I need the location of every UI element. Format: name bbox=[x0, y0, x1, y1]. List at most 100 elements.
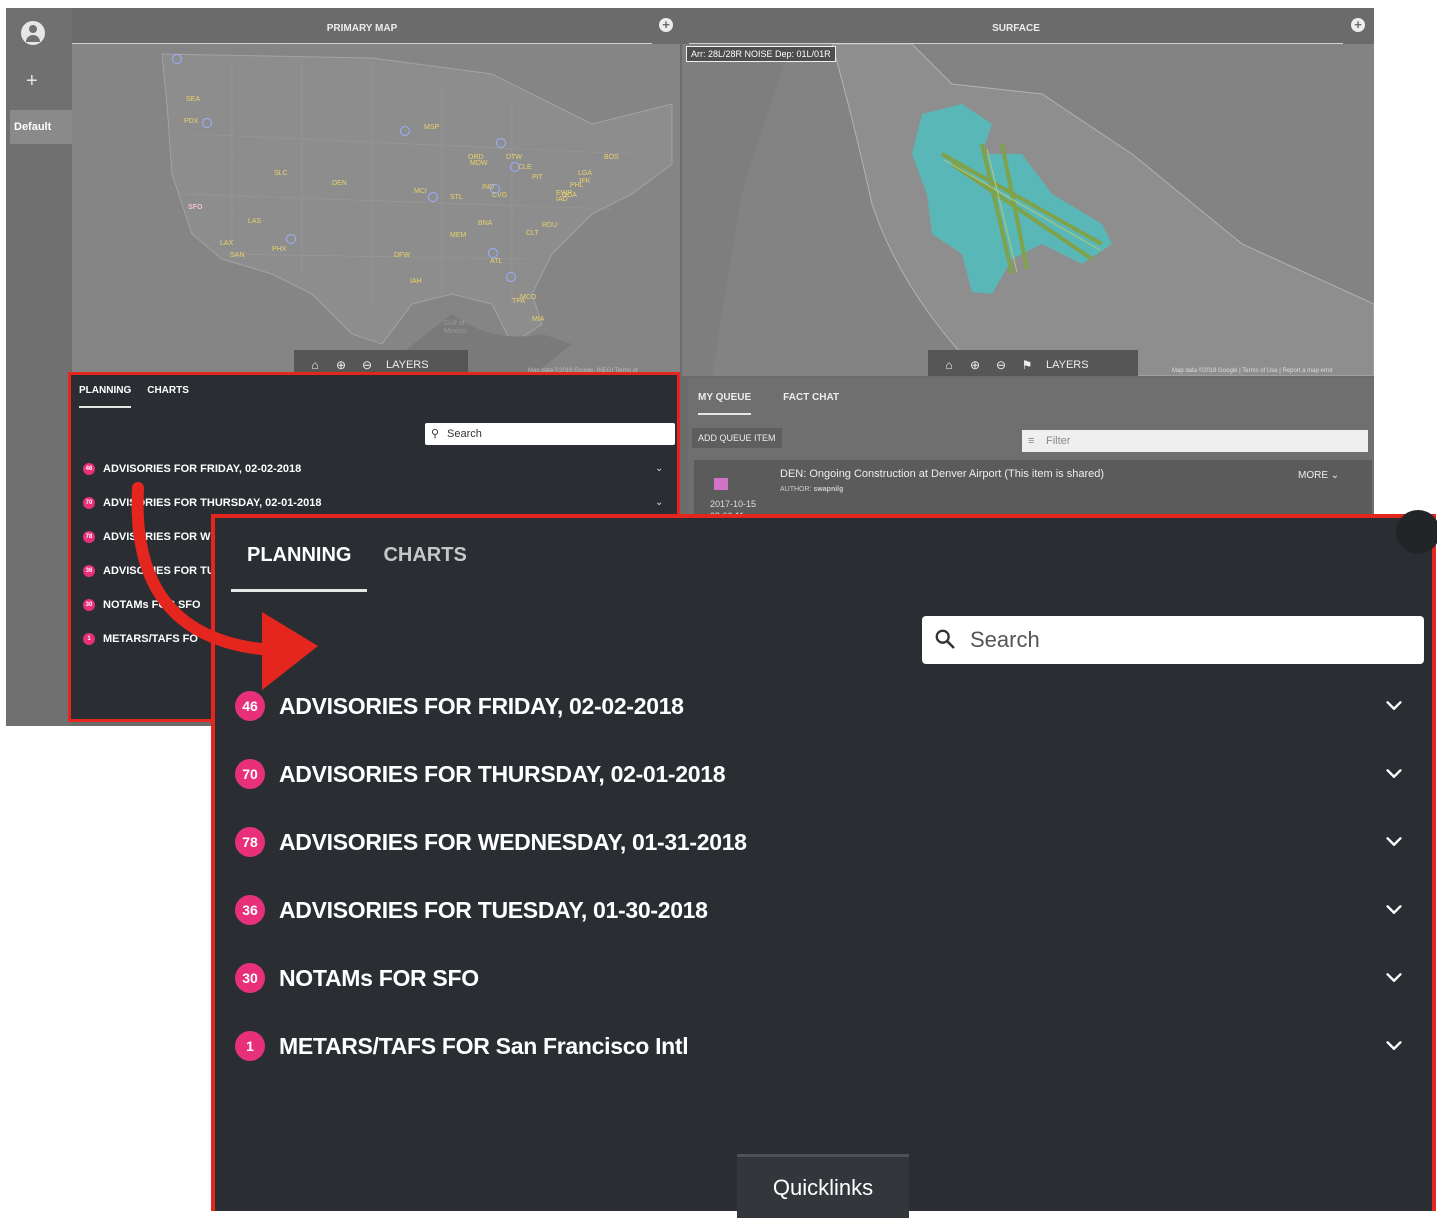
count-badge: 1 bbox=[83, 633, 95, 646]
layers-button[interactable]: LAYERS bbox=[386, 359, 429, 371]
airport-label[interactable]: SAN bbox=[230, 252, 244, 259]
list-item[interactable]: 30 NOTAMs FOR SFO bbox=[235, 958, 1415, 998]
chevron-down-icon[interactable] bbox=[1383, 1035, 1405, 1057]
airport-label[interactable]: MEM bbox=[450, 232, 466, 239]
airport-label[interactable]: MIA bbox=[532, 316, 544, 323]
list-item[interactable]: 1 METARS/TAFS FO bbox=[83, 633, 198, 646]
airport-label[interactable]: BOS bbox=[604, 154, 619, 161]
add-workspace-icon[interactable]: + bbox=[26, 70, 38, 93]
airport-label[interactable]: LAS bbox=[248, 218, 261, 225]
weather-icon[interactable] bbox=[496, 138, 506, 148]
list-item[interactable]: 70 ADVISORIES FOR THURSDAY, 02-01-2018 bbox=[235, 754, 1415, 794]
airport-label[interactable]: PIT bbox=[532, 174, 543, 181]
left-rail: + Default bbox=[6, 8, 72, 726]
add-queue-item-button[interactable]: ADD QUEUE ITEM bbox=[692, 428, 782, 448]
list-item[interactable]: 78 ADVISORIES FOR WEDNESDAY, 01-31-2018 bbox=[235, 822, 1415, 862]
airport-label[interactable]: SLC bbox=[274, 170, 288, 177]
tab-charts[interactable]: CHARTS bbox=[147, 385, 189, 408]
count-badge: 1 bbox=[235, 1031, 265, 1061]
weather-icon[interactable] bbox=[428, 192, 438, 202]
tab-planning[interactable]: PLANNING bbox=[231, 544, 368, 592]
chevron-down-icon[interactable]: ⌄ bbox=[655, 463, 663, 474]
airport-label[interactable]: PHX bbox=[272, 246, 286, 253]
airport-label[interactable]: SEA bbox=[186, 96, 200, 103]
list-item[interactable]: 46 ADVISORIES FOR FRIDAY, 02-02-2018 bbox=[235, 686, 1415, 726]
airport-label[interactable]: LAX bbox=[220, 240, 233, 247]
search-input[interactable]: Search bbox=[922, 616, 1424, 664]
airport-label[interactable]: BNA bbox=[478, 220, 492, 227]
weather-icon[interactable] bbox=[488, 248, 498, 258]
home-icon[interactable]: ⌂ bbox=[308, 358, 322, 372]
search-placeholder: Search bbox=[970, 627, 1040, 652]
airport-label[interactable]: PDX bbox=[184, 118, 198, 125]
list-item[interactable]: 46 ADVISORIES FOR FRIDAY, 02-02-2018 bbox=[83, 463, 301, 476]
zoom-in-icon[interactable]: ⊕ bbox=[968, 358, 982, 372]
map-attribution[interactable]: Map data ©2018 Google | Terms of Use | R… bbox=[1172, 368, 1333, 374]
tab-charts[interactable]: CHARTS bbox=[367, 544, 482, 592]
airport-label[interactable]: DTW bbox=[506, 154, 522, 161]
add-pane-icon[interactable]: + bbox=[659, 18, 673, 32]
chevron-down-icon[interactable] bbox=[1383, 831, 1405, 853]
list-item[interactable]: 30 NOTAMs FOR SFO bbox=[83, 599, 201, 612]
flag-icon[interactable]: ⚑ bbox=[1020, 358, 1034, 372]
more-button[interactable]: MORE ⌄ bbox=[1298, 470, 1339, 481]
workspace-default[interactable]: Default bbox=[10, 110, 72, 144]
home-icon[interactable]: ⌂ bbox=[942, 358, 956, 372]
airport-label[interactable]: STL bbox=[450, 194, 463, 201]
chevron-down-icon[interactable] bbox=[1383, 967, 1405, 989]
chevron-down-icon[interactable]: ⌄ bbox=[655, 497, 663, 508]
list-item[interactable]: 36 ADVISORIES FOR TUESDAY, 01-30-2018 bbox=[235, 890, 1415, 930]
airport-label[interactable]: IAH bbox=[410, 278, 422, 285]
airport-label[interactable]: DEN bbox=[332, 180, 347, 187]
add-surface-pane-icon[interactable]: + bbox=[1351, 18, 1365, 32]
airport-label[interactable]: CLE bbox=[518, 164, 532, 171]
airport-label[interactable]: ATL bbox=[490, 258, 502, 265]
weather-icon[interactable] bbox=[490, 184, 500, 194]
filter-input[interactable]: ≡ Filter bbox=[1022, 430, 1368, 452]
resize-handle[interactable] bbox=[1396, 510, 1437, 554]
count-badge: 78 bbox=[83, 531, 95, 544]
airport-label[interactable]: MSP bbox=[424, 124, 439, 131]
tab-my-queue[interactable]: MY QUEUE bbox=[698, 392, 752, 415]
zoom-out-icon[interactable]: ⊖ bbox=[994, 358, 1008, 372]
count-badge: 70 bbox=[235, 759, 265, 789]
tab-planning[interactable]: PLANNING bbox=[79, 385, 132, 408]
weather-icon[interactable] bbox=[506, 272, 516, 282]
zoom-out-icon[interactable]: ⊖ bbox=[360, 358, 374, 372]
airport-label[interactable]: CLT bbox=[526, 230, 539, 237]
list-item[interactable]: 36 ADVISORIES FOR TUE bbox=[83, 565, 222, 578]
weather-icon[interactable] bbox=[286, 234, 296, 244]
weather-icon[interactable] bbox=[400, 126, 410, 136]
tab-fact-chat[interactable]: FACT CHAT bbox=[783, 392, 839, 415]
list-item[interactable]: 78 ADVISORIES FOR WE bbox=[83, 531, 218, 544]
weather-icon[interactable] bbox=[510, 162, 520, 172]
user-account-icon[interactable] bbox=[21, 21, 45, 45]
zoom-in-icon[interactable]: ⊕ bbox=[334, 358, 348, 372]
airport-label[interactable]: LGA bbox=[578, 170, 592, 177]
surface-map[interactable]: ⌂ ⊕ ⊖ ⚑ LAYERS Map data ©2018 Google | T… bbox=[682, 44, 1374, 376]
count-badge: 46 bbox=[83, 463, 95, 476]
primary-map[interactable]: SEA PDX SFO LAX SAN LAS PHX SLC DEN MSP … bbox=[72, 44, 680, 376]
airport-label[interactable]: DFW bbox=[394, 252, 410, 259]
chevron-down-icon[interactable] bbox=[1383, 899, 1405, 921]
airport-label[interactable]: MCI bbox=[414, 188, 427, 195]
planning-tabs: PLANNING CHARTS bbox=[79, 385, 189, 408]
queue-item[interactable]: 2017-10-15 02:06:11 DEN: Ongoing Constru… bbox=[694, 460, 1372, 521]
weather-icon[interactable] bbox=[172, 54, 182, 64]
chevron-down-icon[interactable] bbox=[1383, 763, 1405, 785]
list-item[interactable]: 70 ADVISORIES FOR THURSDAY, 02-01-2018 bbox=[83, 497, 321, 510]
airport-label[interactable]: PHL bbox=[570, 182, 584, 189]
layers-button[interactable]: LAYERS bbox=[1046, 359, 1089, 371]
list-item[interactable]: 1 METARS/TAFS FOR San Francisco Intl bbox=[235, 1026, 1415, 1066]
planning-panel-zoomed: PLANNING CHARTS Search 46 ADVISORIES FOR… bbox=[211, 510, 1437, 1218]
airport-label[interactable]: MDW bbox=[470, 160, 488, 167]
airport-label[interactable]: TPA bbox=[512, 298, 525, 305]
airport-label[interactable]: DCA bbox=[562, 192, 577, 199]
airport-label-selected[interactable]: SFO bbox=[188, 204, 202, 211]
chevron-down-icon[interactable] bbox=[1383, 695, 1405, 717]
weather-icon[interactable] bbox=[202, 118, 212, 128]
quicklinks-button[interactable]: Quicklinks bbox=[737, 1154, 909, 1218]
map-water-label: Mexico bbox=[444, 328, 467, 335]
airport-label[interactable]: RDU bbox=[542, 222, 557, 229]
search-input[interactable]: ⚲ Search bbox=[425, 423, 675, 445]
